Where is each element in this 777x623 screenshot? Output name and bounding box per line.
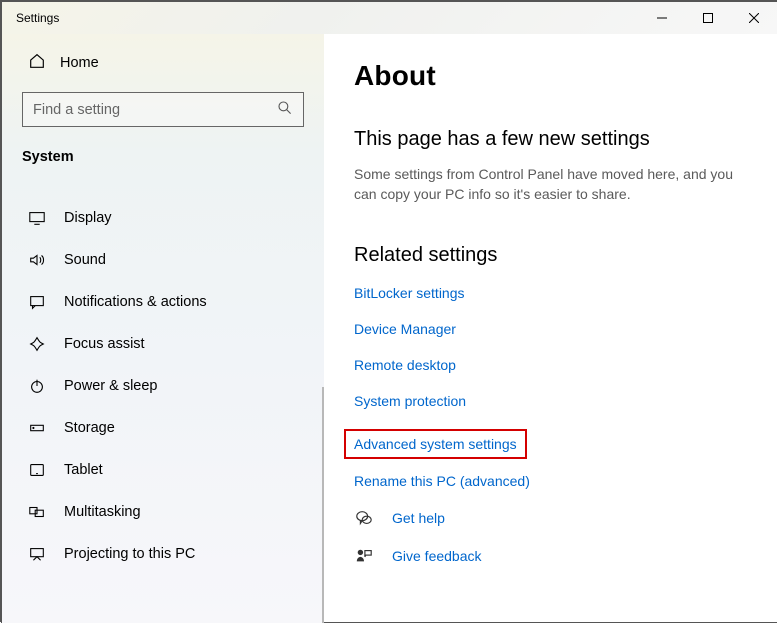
sidebar-category: System xyxy=(2,149,324,175)
sidebar-item-notifications[interactable]: Notifications & actions xyxy=(2,281,324,323)
sound-icon xyxy=(28,251,46,269)
titlebar: Settings xyxy=(2,2,777,34)
link-remote-desktop[interactable]: Remote desktop xyxy=(354,357,747,373)
maximize-button[interactable] xyxy=(685,2,731,34)
sidebar-item-sound[interactable]: Sound xyxy=(2,239,324,281)
home-icon xyxy=(28,52,46,74)
tablet-icon xyxy=(28,461,46,479)
sidebar-item-display[interactable]: Display xyxy=(2,197,324,239)
sidebar-item-label: Power & sleep xyxy=(64,378,158,394)
get-help-icon xyxy=(354,509,374,527)
page-title: About xyxy=(354,60,747,92)
projecting-icon xyxy=(28,545,46,563)
sidebar-item-label: Notifications & actions xyxy=(64,294,207,310)
window-title: Settings xyxy=(16,11,639,25)
close-button[interactable] xyxy=(731,2,777,34)
power-icon xyxy=(28,377,46,395)
content-pane: About This page has a few new settings S… xyxy=(324,34,777,623)
link-device-manager[interactable]: Device Manager xyxy=(354,321,747,337)
home-link[interactable]: Home xyxy=(2,52,324,92)
search-box[interactable] xyxy=(22,92,304,127)
sidebar-item-label: Storage xyxy=(64,420,115,436)
multitasking-icon xyxy=(28,503,46,521)
sidebar: Home System Display Sound Notifications … xyxy=(2,34,324,623)
search-input[interactable] xyxy=(33,102,277,118)
link-system-protection[interactable]: System protection xyxy=(354,393,747,409)
search-icon xyxy=(277,100,293,119)
sidebar-item-label: Multitasking xyxy=(64,504,141,520)
notifications-icon xyxy=(28,293,46,311)
sidebar-item-power-sleep[interactable]: Power & sleep xyxy=(2,365,324,407)
focus-assist-icon xyxy=(28,335,46,353)
sidebar-item-multitasking[interactable]: Multitasking xyxy=(2,491,324,533)
storage-icon xyxy=(28,419,46,437)
link-give-feedback[interactable]: Give feedback xyxy=(392,548,482,564)
page-subhead: This page has a few new settings xyxy=(354,128,747,151)
page-description: Some settings from Control Panel have mo… xyxy=(354,165,747,204)
sidebar-item-label: Display xyxy=(64,210,112,226)
sidebar-item-label: Projecting to this PC xyxy=(64,546,195,562)
sidebar-item-focus-assist[interactable]: Focus assist xyxy=(2,323,324,365)
link-get-help[interactable]: Get help xyxy=(392,510,445,526)
get-help-row[interactable]: Get help xyxy=(354,509,747,527)
sidebar-item-storage[interactable]: Storage xyxy=(2,407,324,449)
sidebar-item-projecting[interactable]: Projecting to this PC xyxy=(2,533,324,575)
home-label: Home xyxy=(60,55,99,71)
give-feedback-row[interactable]: Give feedback xyxy=(354,547,747,565)
sidebar-item-label: Sound xyxy=(64,252,106,268)
scrollbar[interactable] xyxy=(322,387,324,623)
link-rename-pc-advanced[interactable]: Rename this PC (advanced) xyxy=(354,473,747,489)
highlight-box: Advanced system settings xyxy=(344,429,527,459)
related-settings-heading: Related settings xyxy=(354,244,747,267)
feedback-icon xyxy=(354,547,374,565)
sidebar-item-tablet[interactable]: Tablet xyxy=(2,449,324,491)
display-icon xyxy=(28,209,46,227)
link-bitlocker-settings[interactable]: BitLocker settings xyxy=(354,285,747,301)
minimize-button[interactable] xyxy=(639,2,685,34)
sidebar-item-label: Focus assist xyxy=(64,336,145,352)
sidebar-item-label: Tablet xyxy=(64,462,103,478)
link-advanced-system-settings[interactable]: Advanced system settings xyxy=(354,436,517,452)
